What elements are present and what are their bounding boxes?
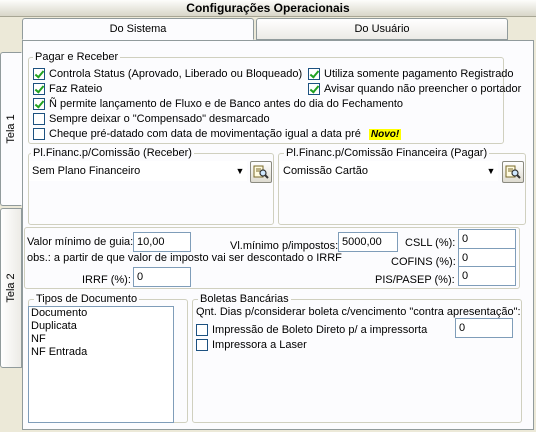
tab-tela-2-label: Tela 2 xyxy=(5,273,17,303)
plano-receber-select[interactable]: Sem Plano Financeiro ▼ xyxy=(29,161,247,181)
vl-minimo-impostos-input[interactable]: 5000,00 xyxy=(338,232,398,252)
pagamento-registrado-checkbox[interactable] xyxy=(308,68,320,80)
cofins-input[interactable]: 0 xyxy=(458,248,516,268)
search-plan-icon xyxy=(505,165,521,179)
tipos-documento-list[interactable]: Documento Duplicata NF NF Entrada xyxy=(28,306,174,423)
impressora-laser-label: Impressora a Laser xyxy=(212,339,307,351)
plano-receber-search-button[interactable] xyxy=(250,161,272,183)
plano-receber-value: Sem Plano Financeiro xyxy=(32,165,141,177)
impressao-boleto-checkbox[interactable] xyxy=(196,324,208,336)
faz-rateio-label: Faz Rateio xyxy=(49,83,103,95)
list-item[interactable]: Documento xyxy=(29,307,173,320)
controla-status-label: Controla Status (Aprovado, Liberado ou B… xyxy=(49,68,303,80)
csll-label: CSLL (%): xyxy=(405,237,456,249)
plano-pagar-select[interactable]: Comissão Cartão ▼ xyxy=(280,161,498,181)
nao-permite-lancamento-checkbox[interactable] xyxy=(33,98,45,110)
list-item[interactable]: NF Entrada xyxy=(29,346,173,359)
impostos-obs: obs.: a partir de que valor de imposto v… xyxy=(27,252,342,264)
controla-status-checkbox[interactable] xyxy=(33,68,45,80)
chevron-down-icon: ▼ xyxy=(486,166,496,176)
cheque-pre-datado-label: Cheque pré-datado com data de movimentaç… xyxy=(49,128,361,140)
option-cheque-pre-datado[interactable]: Cheque pré-datado com data de movimentaç… xyxy=(33,127,402,141)
option-faz-rateio[interactable]: Faz Rateio xyxy=(33,82,102,96)
irrf-label: IRRF (%): xyxy=(82,274,131,286)
plano-pagar-search-button[interactable] xyxy=(502,161,524,183)
window-title: Configurações Operacionais xyxy=(0,0,536,17)
compensado-desmarcado-label: Sempre deixar o "Compensado" desmarcado xyxy=(49,113,270,125)
option-nao-permite-lancamento[interactable]: Ñ permite lançamento de Fluxo e de Banco… xyxy=(33,97,403,111)
tab-tela-2[interactable]: Tela 2 xyxy=(0,208,22,368)
tipos-documento-title: Tipos de Documento xyxy=(34,293,140,305)
tab-do-usuario[interactable]: Do Usuário xyxy=(256,18,508,40)
boletas-dias-input[interactable]: 0 xyxy=(455,318,513,338)
pis-input[interactable]: 0 xyxy=(458,266,516,286)
tab-tela-1[interactable]: Tela 1 xyxy=(0,52,22,206)
option-impressora-laser[interactable]: Impressora a Laser xyxy=(196,338,307,352)
plano-pagar-value: Comissão Cartão xyxy=(283,165,368,177)
cofins-label: COFINS (%): xyxy=(391,256,456,268)
option-controla-status[interactable]: Controla Status (Aprovado, Liberado ou B… xyxy=(33,67,302,81)
option-impressao-boleto[interactable]: Impressão de Boleto Direto p/ a impresso… xyxy=(196,323,427,337)
option-avisar-portador[interactable]: Avisar quando não preencher o portador xyxy=(308,82,521,96)
search-plan-icon xyxy=(253,165,269,179)
impressora-laser-checkbox[interactable] xyxy=(196,339,208,351)
avisar-portador-label: Avisar quando não preencher o portador xyxy=(324,83,522,95)
boletas-dias-label: Qnt. Dias p/considerar boleta c/vencimen… xyxy=(196,306,521,318)
csll-input[interactable]: 0 xyxy=(458,229,516,249)
list-item[interactable]: NF xyxy=(29,333,173,346)
pagamento-registrado-label: Utiliza somente pagamento Registrado xyxy=(324,68,514,80)
irrf-input[interactable]: 0 xyxy=(133,267,191,287)
cheque-pre-datado-checkbox[interactable] xyxy=(33,128,45,140)
plano-receber-title: Pl.Financ.p/Comissão (Receber) xyxy=(31,147,194,159)
list-item[interactable]: Duplicata xyxy=(29,320,173,333)
nao-permite-lancamento-label: Ñ permite lançamento de Fluxo e de Banco… xyxy=(49,98,404,110)
tab-tela-1-label: Tela 1 xyxy=(5,114,17,144)
tab-do-sistema[interactable]: Do Sistema xyxy=(22,18,254,40)
faz-rateio-checkbox[interactable] xyxy=(33,83,45,95)
pis-label: PIS/PASEP (%): xyxy=(375,274,455,286)
pagar-receber-title: Pagar e Receber xyxy=(33,51,121,63)
boletas-title: Boletas Bancárias xyxy=(198,293,291,305)
option-pagamento-registrado[interactable]: Utiliza somente pagamento Registrado xyxy=(308,67,514,81)
chevron-down-icon: ▼ xyxy=(235,166,245,176)
option-compensado-desmarcado[interactable]: Sempre deixar o "Compensado" desmarcado xyxy=(33,112,270,126)
valor-minimo-guia-label: Valor mínimo de guia: xyxy=(27,236,134,248)
valor-minimo-guia-input[interactable]: 10,00 xyxy=(133,232,191,252)
compensado-desmarcado-checkbox[interactable] xyxy=(33,113,45,125)
plano-pagar-title: Pl.Financ.p/Comissão Financeira (Pagar) xyxy=(284,147,490,159)
avisar-portador-checkbox[interactable] xyxy=(308,83,320,95)
novo-badge: Novo! xyxy=(368,128,402,140)
impressao-boleto-label: Impressão de Boleto Direto p/ a impresso… xyxy=(212,324,428,336)
